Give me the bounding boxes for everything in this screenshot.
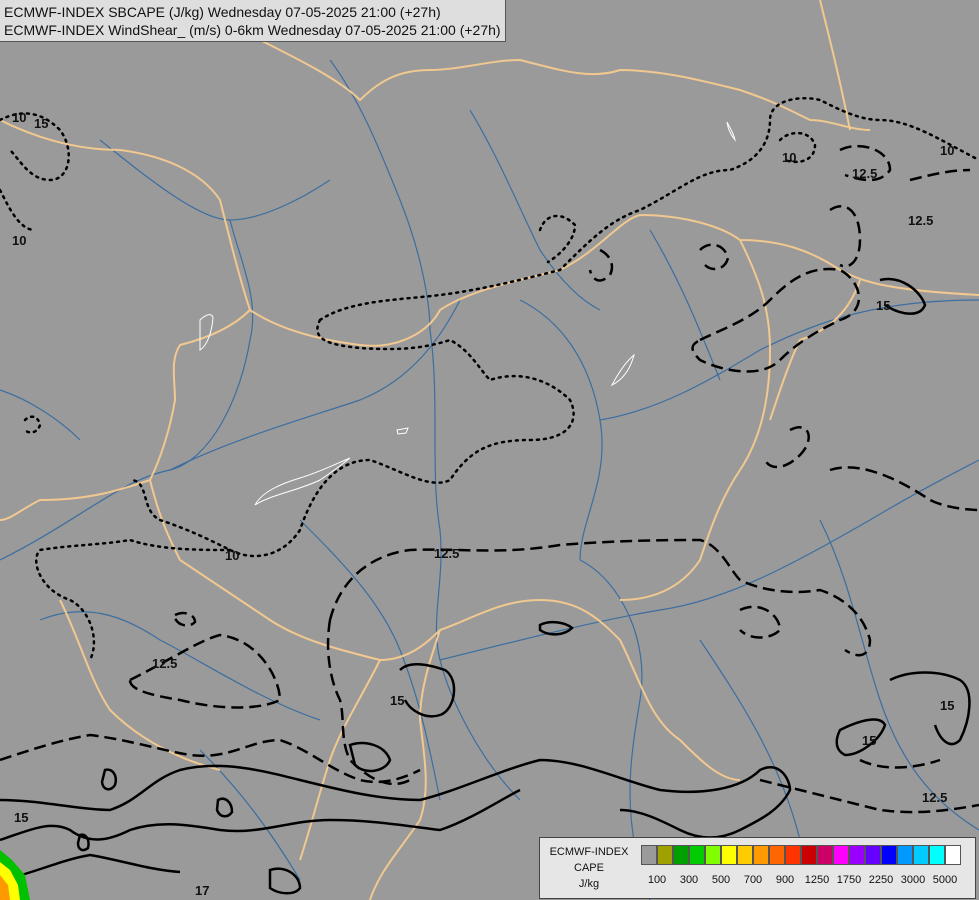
legend-title-line: ECMWF-INDEX xyxy=(549,846,629,858)
contour-label: 12.5 xyxy=(852,166,877,181)
contour-label: 15 xyxy=(940,698,954,713)
legend-title: ECMWF-INDEX CAPE J/kg xyxy=(544,844,634,892)
map-title-box: ECMWF-INDEX SBCAPE (J/kg) Wednesday 07-0… xyxy=(0,0,506,42)
legend-swatch xyxy=(945,845,961,865)
legend-swatch xyxy=(705,845,721,865)
contour-label: 17 xyxy=(195,883,209,898)
windshear-title: ECMWF-INDEX WindShear_ (m/s) 0-6km Wedne… xyxy=(4,22,501,38)
contour-label: 10 xyxy=(782,150,796,165)
legend-tick-label: 100 xyxy=(647,874,667,886)
contour-label: 10 xyxy=(12,233,26,248)
contour-label: 15 xyxy=(34,116,48,131)
lakes xyxy=(199,121,736,506)
legend-swatch xyxy=(913,845,929,865)
legend-swatch xyxy=(817,845,833,865)
legend-swatch xyxy=(673,845,689,865)
contour-label: 12.5 xyxy=(434,546,459,561)
contour-label: 15 xyxy=(390,693,404,708)
legend-swatch xyxy=(657,845,673,865)
legend-swatch xyxy=(865,845,881,865)
legend-swatch xyxy=(721,845,737,865)
legend-swatch xyxy=(881,845,897,865)
legend-swatch xyxy=(929,845,945,865)
legend-swatch xyxy=(689,845,705,865)
contour-label: 12.5 xyxy=(152,656,177,671)
legend-tick-label: 300 xyxy=(679,874,699,886)
legend-tick-label: 500 xyxy=(711,874,731,886)
legend-tick-label: 1750 xyxy=(836,874,862,886)
contour-label: 15 xyxy=(876,298,890,313)
legend-tick-labels: 100 300 500 700 900 1250 1750 2250 3000 5000 xyxy=(641,874,971,890)
contours-dashed xyxy=(0,144,979,814)
legend-title-line: CAPE xyxy=(574,862,604,874)
legend-swatch xyxy=(641,845,657,865)
legend-swatch xyxy=(849,845,865,865)
legend-tick-label: 700 xyxy=(743,874,763,886)
cape-title: ECMWF-INDEX SBCAPE (J/kg) Wednesday 07-0… xyxy=(4,4,441,20)
legend-color-bar xyxy=(641,845,961,867)
legend-swatch xyxy=(785,845,801,865)
contour-label: 12.5 xyxy=(908,213,933,228)
legend-swatch xyxy=(753,845,769,865)
legend-title-line: J/kg xyxy=(578,878,600,890)
contour-label: 15 xyxy=(862,733,876,748)
map-area: 10 10 10 12.5 12.5 15 10 12.5 12.5 15 15… xyxy=(0,0,979,900)
legend-swatch xyxy=(801,845,817,865)
legend-swatch xyxy=(737,845,753,865)
contours-solid xyxy=(0,277,971,895)
cape-legend: ECMWF-INDEX CAPE J/kg 100 300 500 700 900 125… xyxy=(539,837,976,899)
legend-tick-label: 5000 xyxy=(932,874,958,886)
contour-label: 12.5 xyxy=(922,790,947,805)
legend-swatch xyxy=(833,845,849,865)
contour-label: 15 xyxy=(14,810,28,825)
contour-label: 10 xyxy=(225,548,239,563)
contour-label: 10 xyxy=(940,143,954,158)
legend-tick-label: 2250 xyxy=(868,874,894,886)
legend-tick-label: 1250 xyxy=(804,874,830,886)
cape-spot xyxy=(0,850,30,900)
country-borders xyxy=(0,0,979,900)
legend-swatch xyxy=(769,845,785,865)
contours-dotted xyxy=(0,96,979,662)
map-canvas: 10 10 10 12.5 12.5 15 10 12.5 12.5 15 15… xyxy=(0,0,979,900)
legend-swatch xyxy=(897,845,913,865)
contour-label: 10 xyxy=(12,110,26,125)
legend-tick-label: 900 xyxy=(775,874,795,886)
legend-tick-label: 3000 xyxy=(900,874,926,886)
